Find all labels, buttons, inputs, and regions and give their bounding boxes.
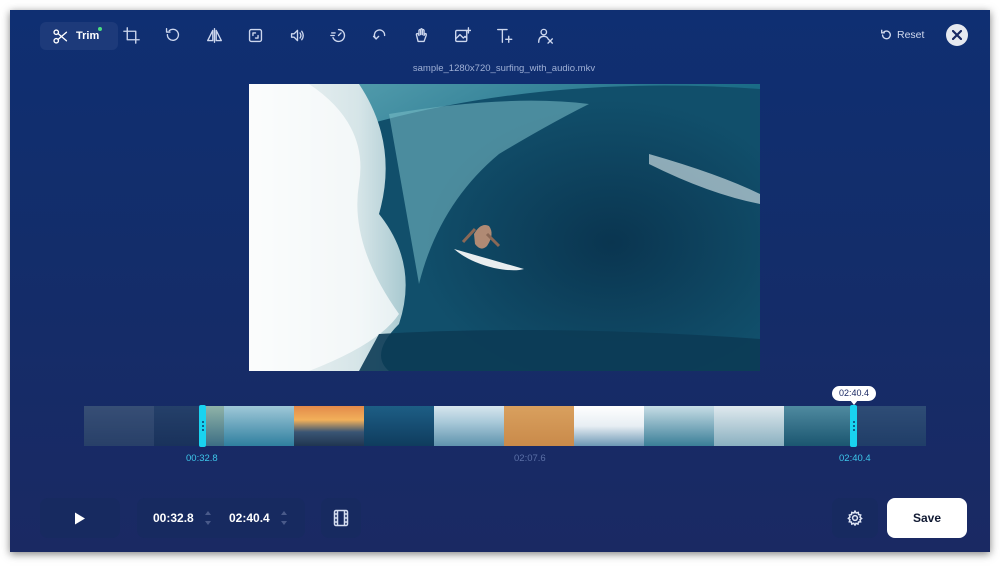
end-time-bubble: 02:40.4 bbox=[832, 386, 876, 405]
trim-start-handle[interactable] bbox=[199, 405, 206, 447]
timeline-frame bbox=[784, 406, 854, 446]
start-time-stepper[interactable] bbox=[204, 508, 212, 528]
resize-icon bbox=[248, 28, 262, 42]
timeline-frame bbox=[364, 406, 434, 446]
tool-add-image[interactable] bbox=[447, 21, 477, 49]
scissors-icon bbox=[53, 28, 68, 44]
video-frame-image bbox=[249, 84, 760, 371]
start-time-input[interactable]: 00:32.8 bbox=[153, 511, 194, 525]
loop-icon bbox=[372, 28, 385, 40]
tool-speed[interactable] bbox=[323, 21, 353, 49]
undo-icon bbox=[881, 29, 891, 40]
tool-volume[interactable] bbox=[282, 21, 312, 49]
timeline-frame bbox=[224, 406, 294, 446]
stepper-arrows-icon bbox=[281, 511, 287, 525]
tool-remove-watermark[interactable] bbox=[530, 21, 560, 49]
split-frame-button[interactable] bbox=[321, 498, 361, 538]
film-icon bbox=[333, 509, 349, 527]
remove-watermark-icon bbox=[537, 28, 553, 44]
video-preview[interactable] bbox=[249, 84, 760, 371]
tool-crop[interactable] bbox=[116, 21, 146, 49]
play-icon bbox=[75, 512, 85, 524]
add-text-icon bbox=[496, 28, 512, 43]
play-button[interactable] bbox=[40, 498, 120, 538]
tool-resize[interactable] bbox=[240, 21, 270, 49]
flip-icon bbox=[206, 27, 222, 43]
trim-end-handle[interactable] bbox=[850, 405, 857, 447]
gear-icon bbox=[847, 510, 863, 526]
rotate-icon bbox=[165, 27, 179, 41]
add-image-icon bbox=[454, 26, 471, 42]
timeline-mid-time: 02:07.6 bbox=[514, 453, 546, 464]
tool-trim-label: Trim bbox=[76, 30, 100, 42]
close-button[interactable] bbox=[946, 24, 968, 46]
volume-icon bbox=[290, 29, 304, 41]
tool-trim[interactable]: Trim bbox=[40, 22, 118, 50]
speed-icon bbox=[329, 28, 345, 42]
close-icon bbox=[952, 30, 962, 40]
crop-icon bbox=[122, 26, 140, 44]
settings-button[interactable] bbox=[832, 498, 878, 538]
timeline-end-time: 02:40.4 bbox=[839, 453, 871, 464]
save-button[interactable]: Save bbox=[887, 498, 967, 538]
tool-rotate[interactable] bbox=[157, 21, 187, 49]
reset-label: Reset bbox=[897, 29, 925, 41]
timeline-frame bbox=[84, 406, 154, 446]
active-indicator bbox=[98, 27, 102, 31]
end-time-stepper[interactable] bbox=[280, 508, 288, 528]
timeline-frame bbox=[434, 406, 504, 446]
timeline-frame bbox=[504, 406, 574, 446]
timeline-frame bbox=[154, 406, 202, 446]
video-editor-window: Trim Reset sample_1280x720_surfing_with_… bbox=[10, 10, 990, 552]
tool-loop[interactable] bbox=[364, 21, 394, 49]
end-time-input[interactable]: 02:40.4 bbox=[229, 511, 270, 525]
tool-flip[interactable] bbox=[199, 21, 229, 49]
toolbar: Trim bbox=[40, 21, 118, 51]
tool-add-text[interactable] bbox=[489, 21, 519, 49]
stepper-arrows-icon bbox=[205, 511, 211, 525]
timeline-start-time: 00:32.8 bbox=[186, 453, 218, 464]
timeline-frame bbox=[644, 406, 714, 446]
timeline-strip[interactable] bbox=[84, 405, 926, 447]
timeline-frame bbox=[204, 406, 224, 446]
reset-button[interactable]: Reset bbox=[880, 26, 924, 44]
timeline-frame bbox=[856, 406, 926, 446]
tool-stabilize[interactable] bbox=[406, 21, 436, 49]
timeline-frame bbox=[714, 406, 784, 446]
timeline-frame bbox=[294, 406, 364, 446]
stabilize-icon bbox=[415, 27, 427, 42]
video-filename: sample_1280x720_surfing_with_audio.mkv bbox=[412, 63, 596, 74]
timeline-frame bbox=[574, 406, 644, 446]
trim-time-inputs: 00:32.8 02:40.4 bbox=[137, 498, 305, 538]
